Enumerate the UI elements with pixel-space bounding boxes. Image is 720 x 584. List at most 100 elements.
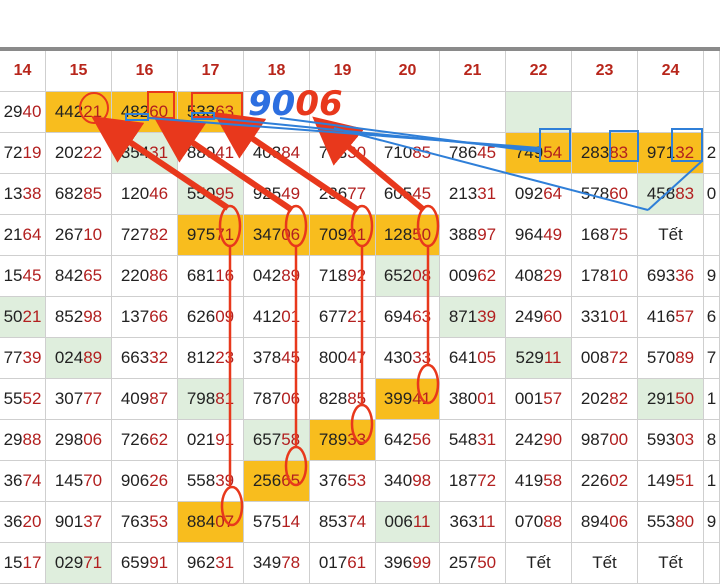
number-last-two-digits: 60 [543, 307, 563, 326]
number-prefix: 553 [646, 512, 676, 531]
number-prefix: 236 [318, 184, 348, 203]
number-prefix: 213 [448, 184, 478, 203]
number-prefix: 378 [252, 348, 282, 367]
number-last-two-digits: 62 [477, 266, 497, 285]
number-last-two-digits: 11 [477, 512, 496, 531]
number-last-two-digits: 89 [675, 348, 695, 367]
table-cell: 853 74 [310, 502, 376, 543]
number-prefix: 399 [383, 389, 413, 408]
number-last-two-digits: 98 [83, 307, 103, 326]
table-cell: 55 52 [0, 379, 46, 420]
number-last-two-digits: 40 [22, 102, 42, 121]
number-last-two-digits: 83 [609, 143, 629, 162]
table-cell: 7 [704, 338, 720, 379]
table-cell: 812 23 [178, 338, 244, 379]
number-prefix: 962 [186, 553, 216, 572]
number-prefix: 442 [54, 102, 84, 121]
table-cell: Tết [638, 215, 704, 256]
table-cell: 786 45 [440, 133, 506, 174]
number-last-two-digits: 57 [543, 389, 563, 408]
number-last-two-digits: 70 [83, 471, 103, 490]
number-last-two-digits: 65 [281, 471, 301, 490]
number-last-two-digits: 26 [149, 471, 169, 490]
number-prefix: 605 [383, 184, 413, 203]
number-last-two-digits: 71 [83, 553, 103, 572]
table-cell: 533 63 [178, 92, 244, 133]
number-prefix: 15 [3, 266, 23, 285]
number-last-two-digits: 09 [215, 307, 235, 326]
number-prefix: 36 [3, 471, 23, 490]
number-prefix: 36 [3, 512, 23, 531]
number-last-two-digits: 33 [347, 430, 367, 449]
table-cell: 347 06 [244, 215, 310, 256]
table-cell: Tết [506, 543, 572, 584]
number-prefix: 21 [3, 225, 23, 244]
number-last-two-digits: 21 [83, 102, 103, 121]
table-row: 50 21 852 98 137 66 626 09 412 01 677 21 694 63 871 39 2… [0, 297, 720, 338]
number-prefix: 578 [580, 184, 610, 203]
number-prefix: 763 [318, 143, 348, 162]
number-prefix: 77 [3, 348, 23, 367]
number-prefix: 852 [54, 307, 84, 326]
number-prefix: 042 [252, 266, 282, 285]
table-cell: 249 60 [506, 297, 572, 338]
table-cell: 242 90 [506, 420, 572, 461]
number-prefix: 72 [3, 143, 23, 162]
number-last-two-digits: 32 [149, 348, 169, 367]
header-day-16: 16 [112, 51, 178, 92]
number-last-two-digits: 53 [347, 471, 367, 490]
number-last-two-digits: 01 [281, 307, 301, 326]
number-value: 7 [706, 348, 717, 367]
lottery-results-table: 14 15 16 17 18 19 20 21 22 23 24 29 40 442 21 482 60 533 6… [0, 51, 720, 584]
table-cell: 6 [704, 297, 720, 338]
number-last-two-digits: 23 [215, 348, 235, 367]
table-cell: 570 89 [638, 338, 704, 379]
number-value: 9 [706, 266, 717, 285]
table-cell: 593 03 [638, 420, 704, 461]
number-prefix: 15 [3, 553, 23, 572]
table-cell: 283 83 [572, 133, 638, 174]
table-cell: 331 01 [572, 297, 638, 338]
table-cell: 0 [704, 174, 720, 215]
table-cell: 1 [704, 379, 720, 420]
number-last-two-digits: 75 [609, 225, 629, 244]
number-prefix: 283 [580, 143, 610, 162]
number-last-two-digits: 45 [22, 266, 42, 285]
number-last-two-digits: 01 [477, 389, 497, 408]
number-last-two-digits: 98 [412, 471, 432, 490]
number-last-two-digits: 57 [675, 307, 695, 326]
number-last-two-digits: 52 [22, 389, 42, 408]
table-cell: 128 50 [376, 215, 440, 256]
number-last-two-digits: 62 [149, 430, 169, 449]
table-cell: 2 [704, 133, 720, 174]
table-cell: 1 [704, 461, 720, 502]
number-prefix: 430 [383, 348, 413, 367]
table-cell: 884 07 [178, 502, 244, 543]
header-day-21: 21 [440, 51, 506, 92]
number-prefix: 349 [252, 553, 282, 572]
number-last-two-digits: 11 [412, 512, 431, 531]
number-prefix: 220 [120, 266, 150, 285]
number-last-two-digits: 72 [609, 348, 629, 367]
number-prefix: 006 [384, 512, 413, 531]
header-day-20: 20 [376, 51, 440, 92]
number-last-two-digits: 56 [412, 430, 432, 449]
table-cell: 894 06 [572, 502, 638, 543]
table-cell: 659 91 [112, 543, 178, 584]
number-last-two-digits: 38 [22, 184, 42, 203]
table-cell: 682 85 [46, 174, 112, 215]
number-last-two-digits: 31 [149, 143, 169, 162]
table-cell [704, 92, 720, 133]
table-row: 36 74 145 70 906 26 558 39 256 65 376 53 340 98 187 72 4… [0, 461, 720, 502]
number-last-two-digits: 99 [412, 553, 432, 572]
number-last-two-digits: 03 [675, 430, 695, 449]
number-prefix: 55 [3, 389, 23, 408]
number-prefix: 298 [54, 430, 84, 449]
number-last-two-digits: 54 [543, 143, 563, 162]
number-value: 1 [706, 471, 717, 490]
table-cell: 298 06 [46, 420, 112, 461]
table-cell: 202 22 [46, 133, 112, 174]
number-prefix: 842 [54, 266, 84, 285]
number-last-two-digits: 45 [412, 184, 432, 203]
number-last-two-digits: 20 [22, 512, 42, 531]
